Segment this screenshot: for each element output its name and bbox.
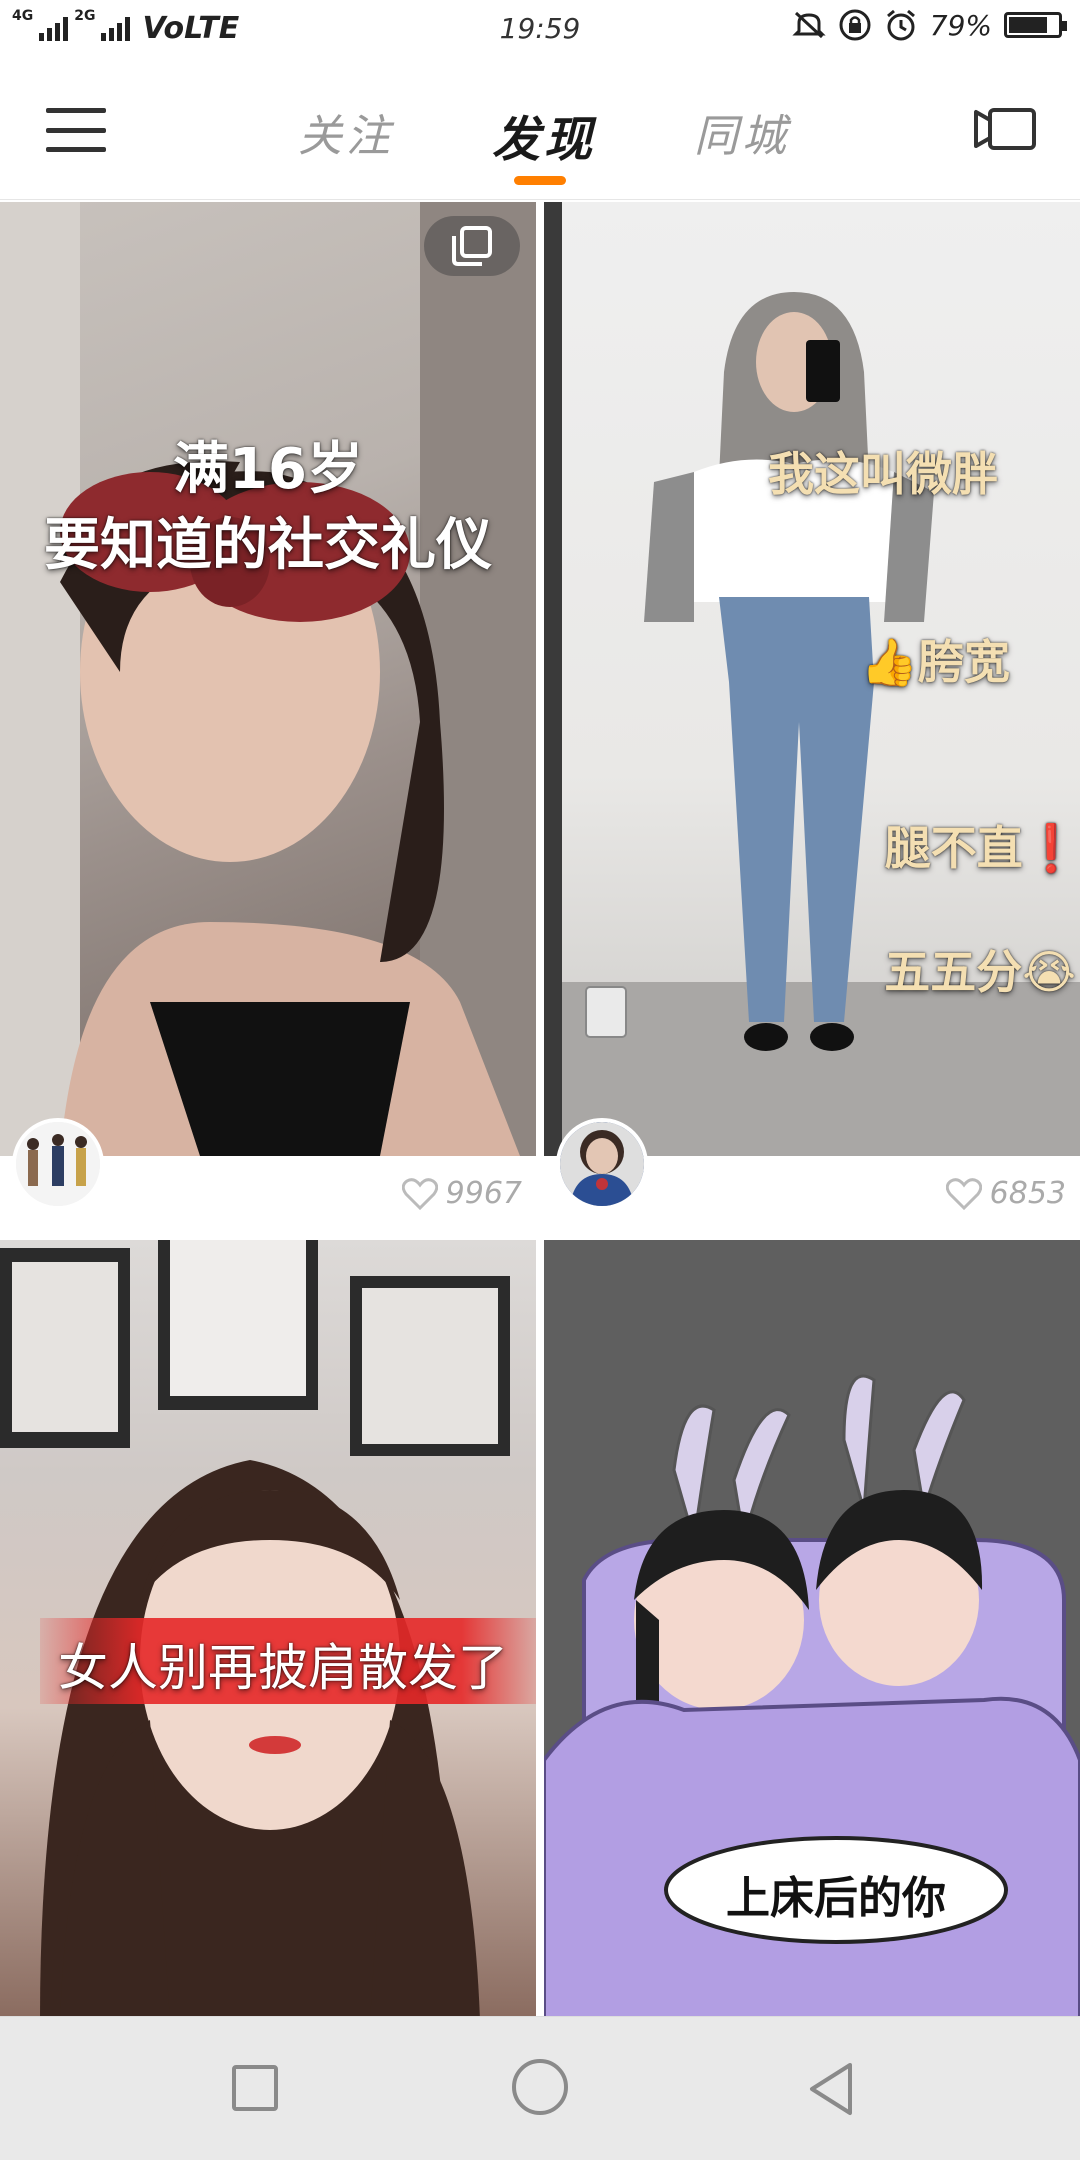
tab-same-city[interactable]: 同城 — [694, 100, 790, 164]
heart-icon — [945, 1177, 982, 1210]
status-bar: 4G 2G VoLTE 19:59 79% — [0, 0, 1080, 56]
mute-icon — [792, 11, 826, 39]
card-caption-line: 我这叫微胖 — [768, 447, 998, 501]
alarm-icon — [886, 9, 915, 41]
author-avatar[interactable] — [12, 1118, 104, 1210]
avatar-image — [560, 1122, 644, 1206]
discover-feed[interactable]: 满16岁 要知道的社交礼仪 9967 我这叫微胖 👍胯宽 腿不直❗ 五五分😭 6… — [0, 202, 1080, 2017]
heart-icon — [401, 1177, 438, 1210]
feed-card[interactable]: 女人别再披肩散发了 — [0, 1240, 536, 2017]
battery-icon — [1004, 12, 1067, 38]
battery-percent: 79% — [929, 8, 992, 42]
tab-follow[interactable]: 关注 — [298, 100, 394, 164]
video-thumbnail[interactable]: 女人别再披肩散发了 — [0, 1240, 536, 2017]
camera-icon[interactable] — [972, 106, 1038, 152]
avatar-image — [16, 1122, 100, 1206]
like-count-value: 9967 — [445, 1176, 522, 1211]
status-icons: 79% — [792, 8, 1067, 42]
video-thumbnail[interactable]: 我这叫微胖 👍胯宽 腿不直❗ 五五分😭 — [544, 202, 1080, 1156]
card-caption-line: 腿不直❗ — [884, 821, 1080, 875]
top-navigation: 关注 发现 同城 — [0, 56, 1080, 200]
recent-apps-button[interactable] — [232, 2065, 278, 2111]
gallery-icon — [452, 226, 492, 266]
video-thumbnail[interactable]: 满16岁 要知道的社交礼仪 — [0, 202, 536, 1156]
card-caption-line: 上床后的你 — [726, 1873, 946, 1924]
feed-card[interactable]: 上床后的你 — [544, 1240, 1080, 2017]
card-caption-line: 五五分😭 — [884, 945, 1076, 999]
feed-card[interactable]: 满16岁 要知道的社交礼仪 9967 — [0, 202, 536, 1234]
thumbnail-image — [0, 202, 536, 1156]
multi-image-badge — [424, 216, 520, 276]
back-button[interactable] — [806, 2061, 856, 2117]
author-avatar[interactable] — [556, 1118, 648, 1210]
like-count-value: 6853 — [989, 1176, 1066, 1211]
home-button[interactable] — [512, 2059, 568, 2115]
rotation-lock-icon — [839, 9, 871, 41]
feed-card[interactable]: 我这叫微胖 👍胯宽 腿不直❗ 五五分😭 6853 — [544, 202, 1080, 1234]
menu-icon-line — [46, 108, 106, 113]
card-caption-line: 👍胯宽 — [860, 635, 1010, 689]
tab-discover[interactable]: 发现 — [492, 100, 596, 170]
card-caption-line: 女人别再披肩散发了 — [58, 1639, 508, 1697]
like-count[interactable]: 9967 — [401, 1176, 522, 1211]
active-tab-indicator — [514, 176, 566, 185]
menu-icon-line — [46, 127, 106, 133]
card-caption-line: 要知道的社交礼仪 — [44, 513, 492, 578]
video-thumbnail[interactable]: 上床后的你 — [544, 1240, 1080, 2017]
card-caption-line: 满16岁 — [173, 437, 363, 502]
like-count[interactable]: 6853 — [945, 1176, 1066, 1211]
menu-button[interactable] — [46, 108, 106, 152]
menu-icon-line — [46, 147, 106, 152]
system-navigation-bar — [0, 2016, 1080, 2160]
